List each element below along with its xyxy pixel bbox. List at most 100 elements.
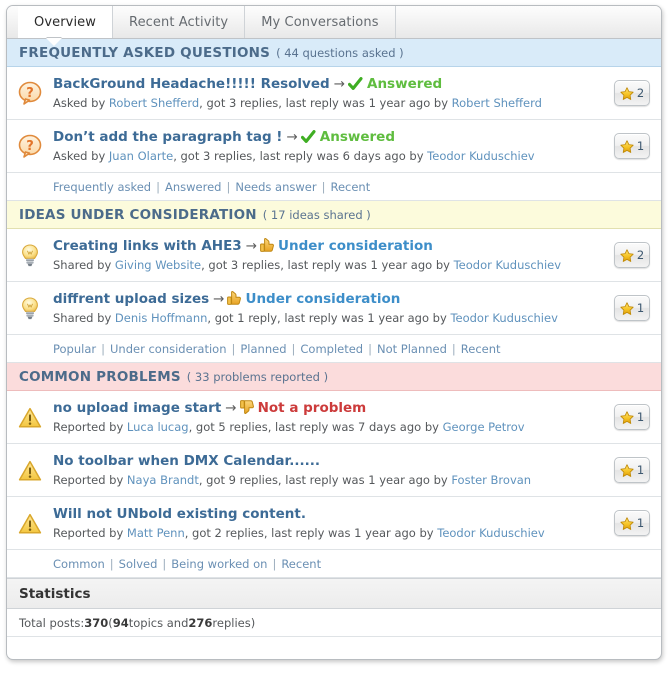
section-count: ( 44 questions asked ): [276, 45, 404, 60]
list-item-title[interactable]: No toolbar when DMX Calendar......: [53, 453, 320, 469]
list-item-title[interactable]: no upload image start: [53, 400, 221, 416]
meta-middle: , got 1 reply, last reply was 1 year ago…: [207, 310, 451, 325]
list-item-body: Don’t add the paragraph tag ! → Answered As…: [53, 129, 614, 164]
vote-count-badge[interactable]: 1: [614, 457, 650, 483]
list-item-meta: Reported by Luca lucag, got 5 replies, l…: [53, 419, 606, 435]
filter-link[interactable]: Planned: [240, 342, 286, 356]
meta-author-link[interactable]: Matt Penn: [127, 526, 185, 540]
tab-label: My Conversations: [261, 14, 379, 30]
vote-count-badge[interactable]: 1: [614, 295, 650, 321]
filter-link[interactable]: Needs answer: [235, 180, 316, 194]
list-item[interactable]: Will not UNbold existing content. Reporte…: [7, 497, 661, 550]
tab-my-conversations[interactable]: My Conversations: [245, 6, 396, 38]
vote-count-badge[interactable]: 1: [614, 133, 650, 159]
list-item[interactable]: No toolbar when DMX Calendar...... Report…: [7, 444, 661, 497]
filter-link[interactable]: Completed: [300, 342, 363, 356]
meta-author-link[interactable]: Juan Olarte: [109, 149, 173, 163]
status-label: Under consideration: [278, 237, 433, 254]
tab-recent-activity[interactable]: Recent Activity: [113, 6, 246, 38]
filter-links-problems: Common | Solved | Being worked on | Recent: [7, 550, 661, 578]
filter-link[interactable]: Popular: [53, 342, 96, 356]
filter-link[interactable]: Answered: [165, 180, 221, 194]
vote-count: 2: [636, 86, 645, 100]
meta-author-link[interactable]: Denis Hoffmann: [115, 311, 208, 325]
star-icon: [620, 301, 634, 315]
list-item-title-line[interactable]: Don’t add the paragraph tag ! → Answered: [53, 129, 606, 146]
meta-middle: , got 9 replies, last reply was 1 year a…: [198, 472, 452, 487]
filter-link[interactable]: Recent: [461, 342, 501, 356]
filter-separator: |: [156, 179, 160, 194]
list-item[interactable]: Creating links with AHE3 → Under considera…: [7, 229, 661, 282]
meta-author-link[interactable]: Giving Website: [115, 258, 201, 272]
list-item-meta: Asked by Robert Shefferd, got 3 replies,…: [53, 95, 606, 111]
section-header-faq: FREQUENTLY ASKED QUESTIONS ( 44 questions…: [7, 39, 661, 67]
filter-link[interactable]: Recent: [330, 180, 370, 194]
total-posts-label: Total posts:: [19, 615, 85, 630]
star-icon: [620, 410, 634, 424]
meta-last-user-link[interactable]: Foster Brovan: [451, 473, 531, 487]
filter-links-ideas: Popular | Under consideration | Planned | Comp…: [7, 335, 661, 363]
tab-overview[interactable]: Overview: [18, 6, 114, 38]
filter-separator: |: [231, 341, 236, 356]
meta-last-user-link[interactable]: Teodor Kuduschiev: [450, 311, 557, 325]
meta-prefix: Asked by: [53, 148, 109, 163]
meta-prefix: Asked by: [53, 95, 109, 110]
filter-link[interactable]: Not Planned: [377, 342, 447, 356]
status-label: Not a problem: [257, 399, 367, 416]
list-item-title-line[interactable]: diffrent upload sizes → Under consideratio…: [53, 291, 606, 308]
filter-separator: |: [368, 341, 372, 356]
panel-tail: [7, 637, 661, 647]
meta-last-user-link[interactable]: Teodor Kuduschiev: [454, 258, 561, 272]
list-item[interactable]: diffrent upload sizes → Under consideratio…: [7, 282, 661, 335]
list-item-title-line[interactable]: No toolbar when DMX Calendar......: [53, 453, 606, 470]
meta-author-link[interactable]: Luca lucag: [127, 420, 189, 434]
question-bubble-icon: ?: [7, 134, 53, 159]
tab-bar-filler: [396, 6, 661, 38]
star-icon: [620, 86, 634, 100]
meta-author-link[interactable]: Robert Shefferd: [109, 96, 199, 110]
arrow-separator: →: [225, 399, 237, 416]
meta-author-link[interactable]: Naya Brandt: [127, 473, 199, 487]
vote-count-badge[interactable]: 1: [614, 510, 650, 536]
forum-overview-panel: Overview Recent Activity My Conversations …: [6, 5, 662, 660]
arrow-separator: →: [286, 128, 298, 145]
list-item-title[interactable]: Creating links with AHE3: [53, 238, 242, 254]
list-item-title[interactable]: BackGround Headache!!!!! Resolved: [53, 76, 330, 92]
list-item-title-line[interactable]: no upload image start → Not a problem: [53, 400, 606, 417]
meta-last-user-link[interactable]: George Petrov: [443, 420, 525, 434]
list-item-meta: Reported by Naya Brandt, got 9 replies, …: [53, 472, 606, 488]
status-label: Answered: [319, 128, 395, 145]
filter-link[interactable]: Frequently asked: [53, 180, 151, 194]
status-label: Answered: [367, 75, 443, 92]
list-item-title-line[interactable]: Creating links with AHE3 → Under considera…: [53, 238, 606, 255]
filter-link[interactable]: Under consideration: [110, 342, 226, 356]
list-item-title-line[interactable]: Will not UNbold existing content.: [53, 506, 606, 523]
list-item-title[interactable]: Will not UNbold existing content.: [53, 506, 306, 522]
meta-last-user-link[interactable]: Teodor Kuduschiev: [437, 526, 544, 540]
list-item-meta: Shared by Giving Website, got 3 replies,…: [53, 257, 606, 273]
list-item[interactable]: no upload image start → Not a problem Repor…: [7, 391, 661, 444]
filter-link[interactable]: Common: [53, 557, 105, 571]
meta-last-user-link[interactable]: Teodor Kuduschiev: [427, 149, 534, 163]
section-title: FREQUENTLY ASKED QUESTIONS: [19, 44, 271, 61]
list-item[interactable]: ? BackGround Headache!!!!! Resolved → Answe…: [7, 67, 661, 120]
topics-count: 94: [112, 615, 129, 630]
check-icon: [348, 76, 363, 90]
vote-count: 1: [636, 463, 645, 477]
list-item[interactable]: ? Don’t add the paragraph tag ! → Answered A…: [7, 120, 661, 173]
meta-middle: , got 2 replies, last reply was 1 year a…: [184, 525, 438, 540]
list-item-title-line[interactable]: BackGround Headache!!!!! Resolved → Answer…: [53, 76, 606, 93]
meta-last-user-link[interactable]: Robert Shefferd: [452, 96, 542, 110]
list-item-title[interactable]: diffrent upload sizes: [53, 291, 209, 307]
filter-link[interactable]: Solved: [119, 557, 158, 571]
meta-prefix: Shared by: [53, 310, 115, 325]
vote-count-badge[interactable]: 2: [614, 242, 650, 268]
vote-count-badge[interactable]: 1: [614, 404, 650, 430]
status-label: Under consideration: [245, 290, 401, 307]
list-item-title[interactable]: Don’t add the paragraph tag !: [53, 129, 282, 145]
vote-count: 1: [636, 516, 645, 530]
filter-link[interactable]: Being worked on: [171, 557, 267, 571]
tab-bar: Overview Recent Activity My Conversations: [7, 6, 661, 46]
filter-link[interactable]: Recent: [281, 557, 321, 571]
vote-count-badge[interactable]: 2: [614, 80, 650, 106]
